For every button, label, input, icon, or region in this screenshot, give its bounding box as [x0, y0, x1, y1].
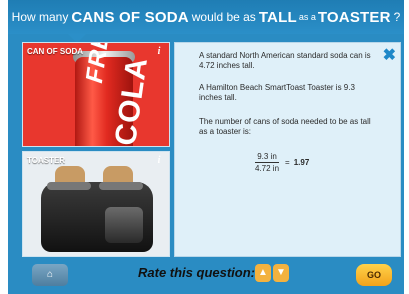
- fact-can-height: A standard North American standard soda …: [199, 51, 371, 70]
- question-text-highlight: CANS OF SODA: [71, 8, 189, 26]
- calculation-intro: The number of cans of soda needed to be …: [199, 117, 371, 136]
- card-can-of-soda[interactable]: FRESH COLA CAN OF SODA i: [22, 42, 170, 147]
- info-icon[interactable]: i: [153, 155, 165, 167]
- calculation: 9.3 in 4.72 in = 1.97: [253, 152, 309, 173]
- fraction: 9.3 in 4.72 in: [253, 152, 281, 173]
- toaster-slot: [99, 182, 143, 190]
- fact-toaster-height: A Hamilton Beach SmartToast Toaster is 9…: [199, 83, 355, 102]
- toaster-control-panel: [105, 207, 143, 243]
- question-header: How many CANS OF SODA would be as TALL a…: [8, 0, 404, 34]
- info-icon[interactable]: i: [153, 46, 165, 58]
- numerator: 9.3 in: [255, 152, 279, 163]
- thumbs-up-icon[interactable]: ▲: [255, 264, 271, 282]
- question-mark: ?: [393, 10, 401, 24]
- home-icon: ⌂: [46, 269, 54, 280]
- app-frame: How many CANS OF SODA would be as TALL a…: [8, 0, 404, 294]
- question-text-highlight: TALL: [258, 8, 297, 26]
- answer-panel: ✖ A standard North American standard sod…: [174, 42, 401, 257]
- go-button[interactable]: GO: [356, 264, 392, 286]
- card-label: CAN OF SODA: [27, 47, 83, 56]
- question-text-part: How many: [11, 10, 69, 24]
- equals-sign: =: [285, 158, 290, 167]
- card-toaster[interactable]: TOASTER i: [22, 151, 170, 257]
- toaster-slot: [47, 182, 91, 190]
- question-text-highlight: TOASTER: [317, 8, 391, 26]
- denominator: 4.72 in: [255, 164, 280, 173]
- card-label: TOASTER: [27, 156, 66, 165]
- thumbs-down-icon[interactable]: ▼: [273, 264, 289, 282]
- question-text-part: as a: [298, 12, 316, 22]
- home-button[interactable]: ⌂: [32, 264, 68, 286]
- close-icon[interactable]: ✖: [383, 45, 396, 65]
- footer-bar: ⌂ Rate this question: ▲ ▼ GO: [8, 258, 404, 294]
- result-value: 1.97: [293, 158, 310, 167]
- question-text-part: would be as: [191, 10, 256, 24]
- rate-question-label: Rate this question:: [138, 265, 256, 280]
